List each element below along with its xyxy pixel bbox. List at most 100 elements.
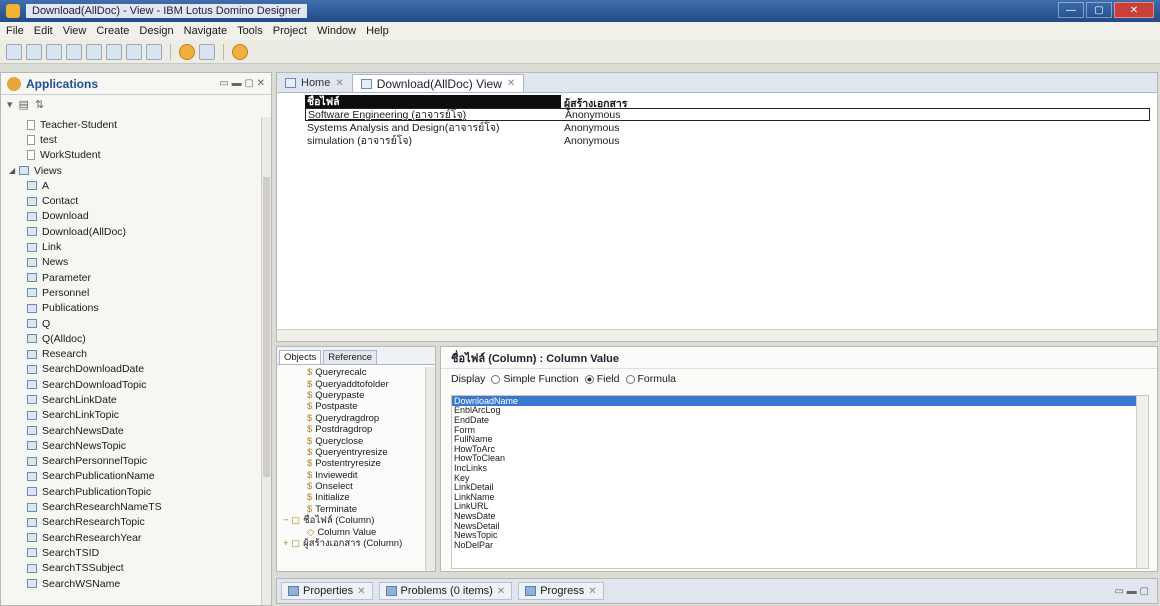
close-tab-icon[interactable]: ✕ (497, 586, 505, 597)
view-controls-icon[interactable]: ▭ ▬ ▢ (1115, 586, 1149, 597)
radio-icon[interactable] (584, 374, 594, 384)
tab-home[interactable]: Home ✕ (277, 74, 352, 92)
radio-icon[interactable] (625, 374, 635, 384)
field-item[interactable]: HowToClean (452, 453, 1148, 463)
tree-item[interactable]: Download (1, 209, 261, 224)
tree-item[interactable]: WorkStudent (1, 148, 261, 163)
field-item[interactable]: NoDelPar (452, 540, 1148, 550)
copy-icon[interactable] (106, 43, 122, 60)
tree-item[interactable]: SearchResearchTopic (1, 515, 261, 530)
object-item[interactable]: $ Queryrecalc (277, 367, 425, 378)
menu-navigate[interactable]: Navigate (184, 25, 227, 37)
radio-field[interactable]: Field (584, 373, 620, 385)
tree-item[interactable]: Parameter (1, 270, 261, 285)
object-item[interactable]: $ Queryaddtofolder (277, 378, 425, 390)
collapse-icon[interactable]: ⇅ (35, 98, 44, 111)
tree-item[interactable]: SearchTSID (1, 545, 261, 560)
tree-item[interactable]: A (1, 178, 261, 193)
tree-item[interactable]: SearchWSName (1, 576, 261, 591)
preview-icon[interactable] (199, 43, 215, 60)
field-item[interactable]: NewsDate (452, 511, 1148, 521)
tab-reference[interactable]: Reference (323, 350, 378, 364)
radio-formula[interactable]: Formula (625, 373, 676, 385)
object-item[interactable]: $ Querypaste (277, 390, 425, 401)
close-tab-icon[interactable]: ✕ (357, 586, 365, 597)
refresh-icon[interactable] (232, 43, 248, 60)
menu-create[interactable]: Create (96, 25, 129, 37)
menu-window[interactable]: Window (317, 25, 356, 37)
maximize-button[interactable]: ▢ (1086, 2, 1112, 18)
tree-item[interactable]: SearchDownloadTopic (1, 377, 261, 392)
tree-item[interactable]: test (1, 132, 261, 147)
menu-file[interactable]: File (6, 25, 24, 37)
object-item[interactable]: $ Postdragdrop (277, 424, 425, 435)
tab-objects[interactable]: Objects (279, 350, 322, 364)
tree-item[interactable]: SearchNewsDate (1, 423, 261, 438)
object-item[interactable]: $ Postpaste (277, 401, 425, 412)
tree-item[interactable]: SearchPublicationName (1, 469, 261, 484)
new-icon[interactable] (6, 43, 22, 60)
close-tab-icon[interactable]: ✕ (507, 78, 515, 89)
field-item[interactable]: EndDate (452, 415, 1148, 425)
radio-icon[interactable] (491, 374, 501, 384)
object-item[interactable]: $ Queryclose (277, 435, 425, 447)
view-horizontal-scrollbar[interactable] (277, 329, 1157, 341)
field-item[interactable]: Key (452, 473, 1148, 483)
field-item[interactable]: NewsTopic (452, 530, 1148, 540)
object-item[interactable]: $ Initialize (277, 492, 425, 503)
tree-item[interactable]: Contact (1, 193, 261, 208)
tree-item[interactable]: Download(AllDoc) (1, 224, 261, 239)
object-item[interactable]: $ Querydragdrop (277, 413, 425, 424)
close-button[interactable]: ✕ (1114, 2, 1154, 18)
print-icon[interactable] (66, 43, 82, 60)
paste-icon[interactable] (126, 43, 142, 60)
menu-project[interactable]: Project (273, 25, 307, 37)
tree-item[interactable]: SearchPublicationTopic (1, 484, 261, 499)
tree-item[interactable]: Publications (1, 301, 261, 316)
tab-properties[interactable]: Properties ✕ (281, 582, 373, 600)
menu-tools[interactable]: Tools (237, 25, 263, 37)
field-item[interactable]: Form (452, 425, 1148, 435)
menu-help[interactable]: Help (366, 25, 389, 37)
field-item[interactable]: IncLinks (452, 463, 1148, 473)
objects-scrollbar[interactable] (425, 367, 435, 571)
menu-edit[interactable]: Edit (34, 25, 53, 37)
object-item[interactable]: $ Queryentryresize (277, 447, 425, 458)
tree-item[interactable]: Q (1, 316, 261, 331)
tree-item[interactable]: SearchResearchNameTS (1, 499, 261, 514)
table-row[interactable]: simulation (อาจารย์โจ) Anonymous (305, 134, 1150, 148)
tree-icon[interactable]: ▤ (19, 98, 29, 111)
tree-item[interactable]: Link (1, 239, 261, 254)
tab-problems[interactable]: Problems (0 items) ✕ (378, 582, 513, 600)
field-item[interactable]: LinkName (452, 492, 1148, 502)
tree-item[interactable]: News (1, 255, 261, 270)
tree-item[interactable]: SearchPersonnelTopic (1, 454, 261, 469)
field-list-scrollbar[interactable] (1136, 396, 1148, 568)
object-item[interactable]: $ Inviewedit (277, 470, 425, 481)
object-item[interactable]: $ Onselect (277, 481, 425, 492)
close-tab-icon[interactable]: ✕ (335, 78, 343, 89)
column-header-file-name[interactable]: ชื่อไฟล์ (305, 95, 561, 108)
tree-item[interactable]: Personnel (1, 285, 261, 300)
tab-view[interactable]: Download(AllDoc) View ✕ (351, 74, 525, 92)
object-item[interactable]: $ Postentryresize (277, 458, 425, 469)
cut-icon[interactable] (86, 43, 102, 60)
field-item[interactable]: LinkURL (452, 501, 1148, 511)
close-tab-icon[interactable]: ✕ (588, 586, 596, 597)
tree-item[interactable]: ◢ Views (1, 163, 261, 178)
field-list[interactable]: DownloadName EnblArcLog EndDate Form FullNam… (451, 395, 1149, 569)
field-item[interactable]: FullName (452, 434, 1148, 444)
object-item[interactable]: + ▢ ผู้สร้างเอกสาร (Column) (277, 538, 425, 549)
tree-item[interactable]: SearchTSSubject (1, 561, 261, 576)
tree-item[interactable]: SearchNewsTopic (1, 438, 261, 453)
expand-icon[interactable]: ◢ (9, 166, 19, 175)
tree-item[interactable]: SearchLinkTopic (1, 408, 261, 423)
properties-icon[interactable] (146, 43, 162, 60)
tab-progress[interactable]: Progress ✕ (518, 582, 604, 600)
menu-view[interactable]: View (63, 25, 87, 37)
tree-item[interactable]: Q(Alldoc) (1, 331, 261, 346)
filter-icon[interactable]: ▾ (7, 98, 13, 111)
field-item[interactable]: LinkDetail (452, 482, 1148, 492)
field-item[interactable]: NewsDetail (452, 521, 1148, 531)
tree-item[interactable]: Research (1, 346, 261, 361)
